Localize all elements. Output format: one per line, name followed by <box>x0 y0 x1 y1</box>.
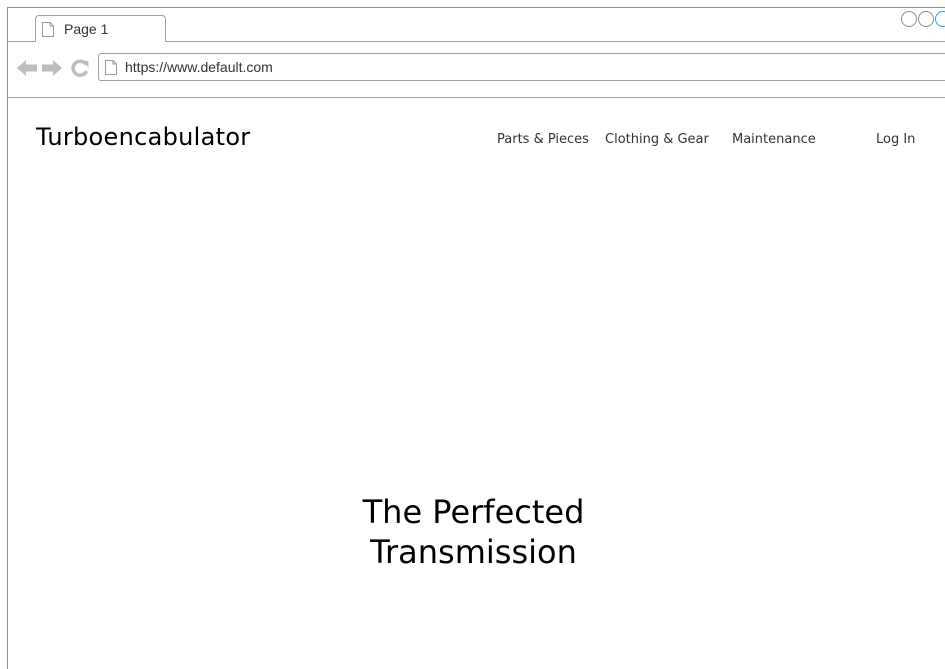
maximize-icon[interactable] <box>918 11 934 27</box>
arrow-right-icon <box>42 60 62 76</box>
arrow-left-icon <box>17 60 37 76</box>
back-button[interactable] <box>17 58 37 78</box>
page-icon <box>105 59 117 75</box>
browser-window: Page 1 https://www.default.com Turboenca… <box>7 7 945 669</box>
tab-strip: Page 1 <box>8 8 945 42</box>
login-link[interactable]: Log In <box>876 132 915 147</box>
reload-icon <box>71 59 89 77</box>
tab-title: Page 1 <box>64 21 109 37</box>
hero-line-1: The Perfected <box>362 493 585 531</box>
browser-toolbar: https://www.default.com <box>8 42 945 98</box>
window-controls <box>901 11 945 27</box>
close-icon[interactable] <box>935 11 945 27</box>
page-icon <box>42 21 54 37</box>
browser-tab[interactable]: Page 1 <box>35 15 166 42</box>
url-text: https://www.default.com <box>125 59 273 75</box>
hero-line-2: Transmission <box>370 533 577 571</box>
site-title[interactable]: Turboencabulator <box>36 123 250 151</box>
nav-item-parts-pieces[interactable]: Parts & Pieces <box>497 132 589 147</box>
hero-headline: The Perfected Transmission <box>8 492 945 572</box>
minimize-icon[interactable] <box>901 11 917 27</box>
address-bar[interactable]: https://www.default.com <box>98 53 945 81</box>
nav-item-clothing-gear[interactable]: Clothing & Gear <box>605 132 709 147</box>
forward-button[interactable] <box>42 58 62 78</box>
nav-item-maintenance[interactable]: Maintenance <box>732 132 816 147</box>
reload-button[interactable] <box>70 58 90 78</box>
